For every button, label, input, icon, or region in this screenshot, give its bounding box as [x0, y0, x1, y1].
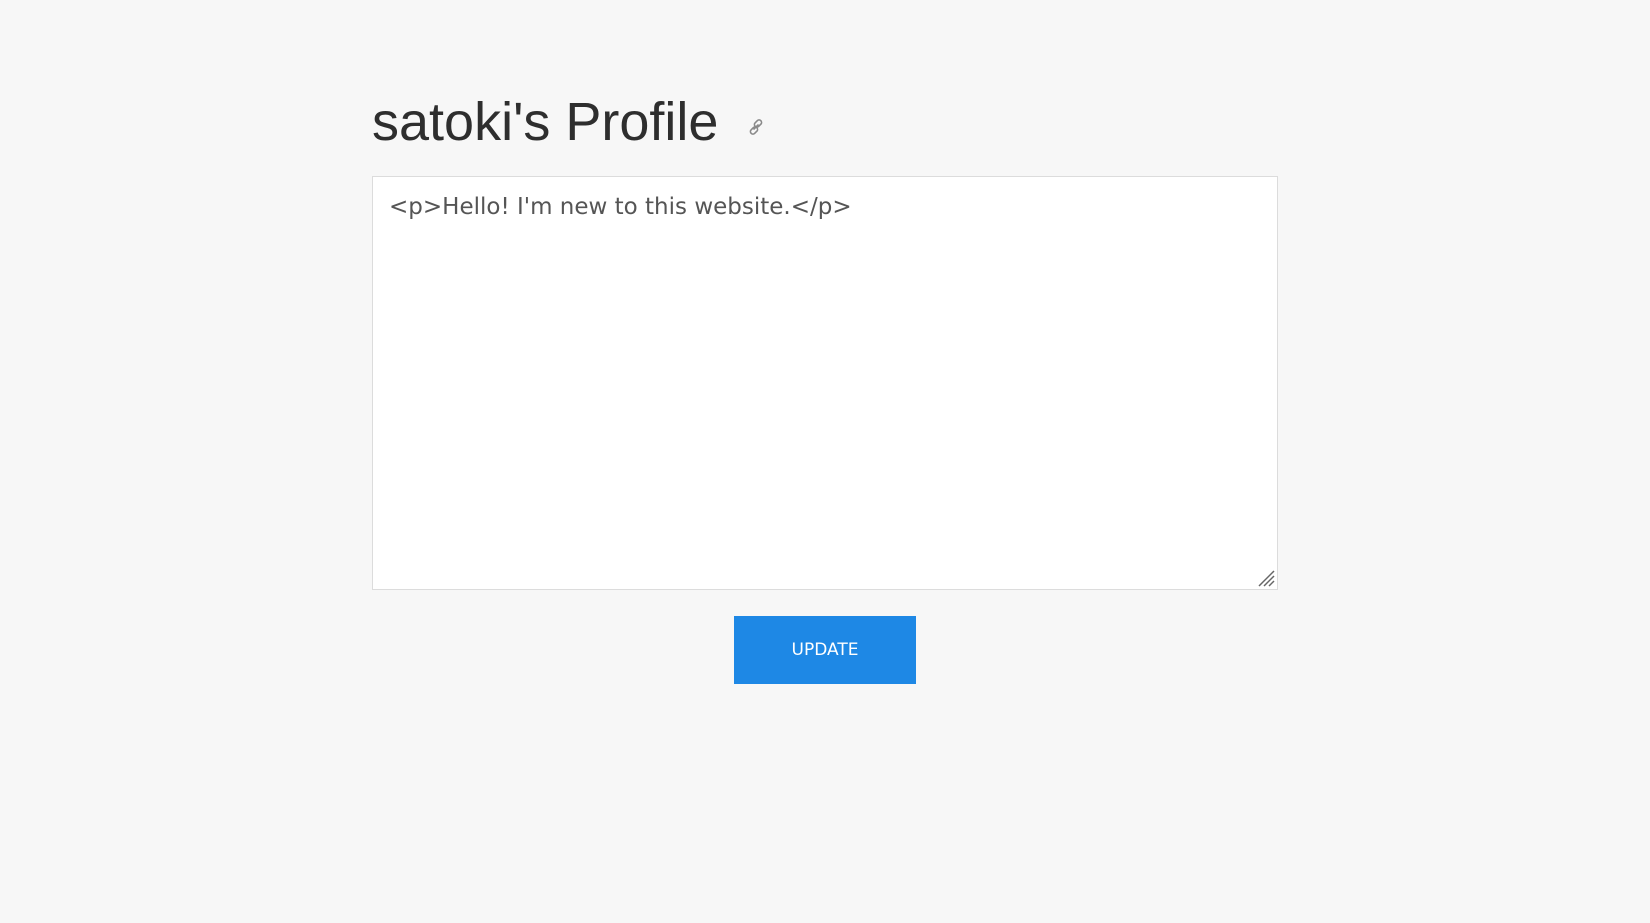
link-icon[interactable] [746, 117, 766, 137]
profile-page: satoki's Profile <p>Hello! I'm new to th… [0, 0, 1650, 923]
update-button[interactable]: UPDATE [734, 616, 916, 684]
profile-editor: <p>Hello! I'm new to this website.</p> [372, 176, 1278, 590]
page-title: satoki's Profile [372, 92, 719, 152]
resize-grip-icon[interactable] [1257, 569, 1275, 587]
profile-bio-textarea[interactable]: <p>Hello! I'm new to this website.</p> [373, 177, 1277, 589]
title-row: satoki's Profile [372, 84, 766, 160]
